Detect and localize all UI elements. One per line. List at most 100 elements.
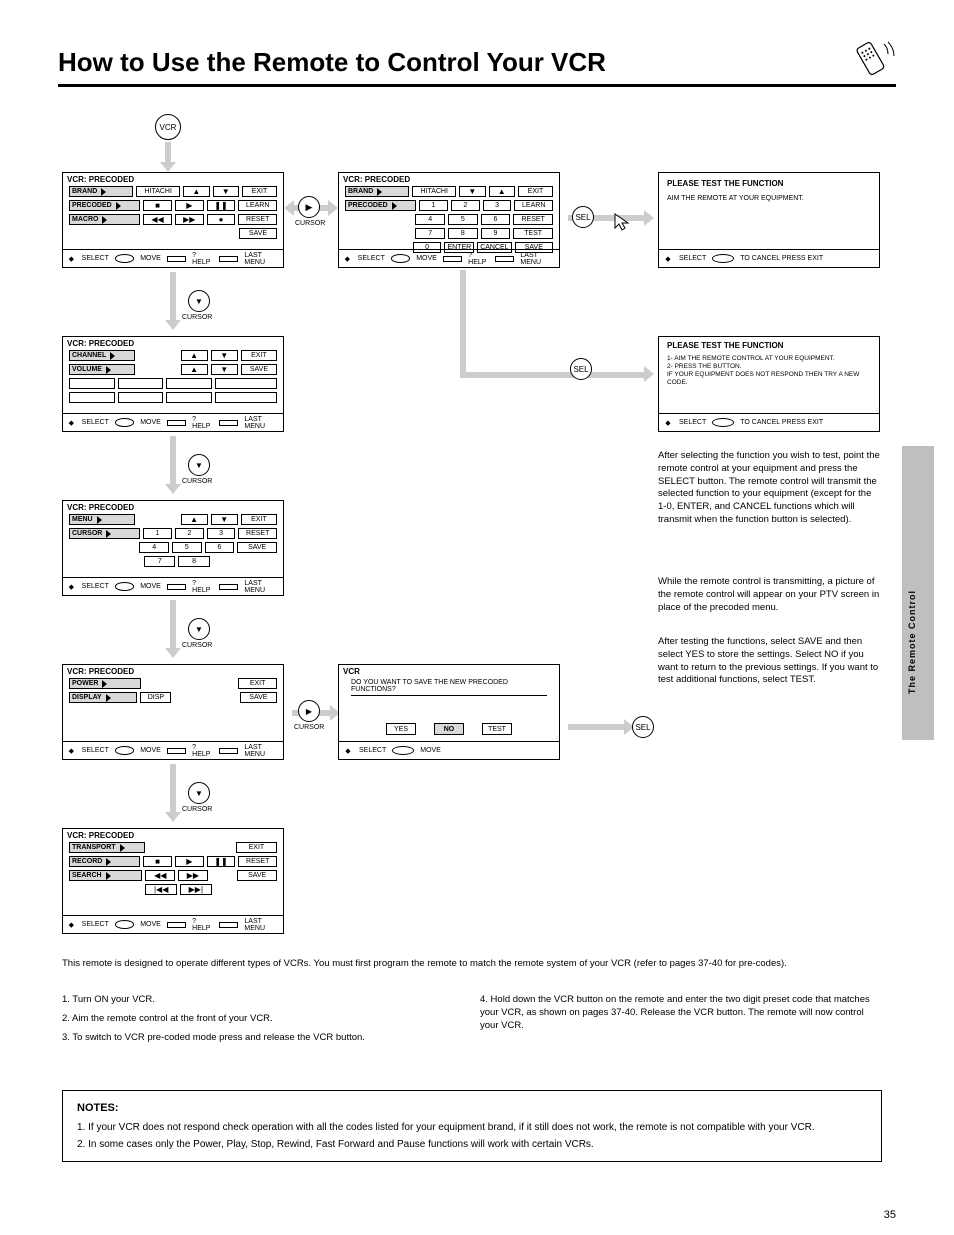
- down[interactable]: ▼: [211, 514, 238, 525]
- precoded-label[interactable]: PRECODED: [345, 200, 416, 211]
- exit-button[interactable]: EXIT: [241, 514, 277, 525]
- num-9[interactable]: 9: [481, 228, 511, 239]
- num-4[interactable]: 4: [415, 214, 445, 225]
- num-3[interactable]: 3: [483, 200, 512, 211]
- num[interactable]: 8: [178, 556, 209, 567]
- cursor-down-label: CURSOR: [182, 478, 212, 486]
- exit-button[interactable]: EXIT: [238, 678, 277, 689]
- disp-button[interactable]: DISP: [140, 692, 171, 703]
- learn-button[interactable]: LEARN: [238, 200, 277, 211]
- vcr-button-circle[interactable]: VCR: [155, 114, 181, 140]
- pause-button[interactable]: ❚❚: [207, 200, 236, 211]
- play-button[interactable]: ▶: [175, 200, 204, 211]
- volume-label[interactable]: VOLUME: [69, 364, 135, 375]
- down-button[interactable]: ▼: [459, 186, 485, 197]
- test-button[interactable]: TEST: [482, 723, 512, 735]
- num-6[interactable]: 6: [481, 214, 511, 225]
- num-8[interactable]: 8: [448, 228, 478, 239]
- save-button[interactable]: SAVE: [240, 692, 277, 703]
- ch-up[interactable]: ▲: [181, 350, 208, 361]
- vol-down[interactable]: ▼: [211, 364, 238, 375]
- num[interactable]: 5: [172, 542, 202, 553]
- exit-button[interactable]: EXIT: [241, 350, 277, 361]
- ch-down[interactable]: ▼: [211, 350, 238, 361]
- yes-button[interactable]: YES: [386, 723, 416, 735]
- pad[interactable]: [118, 392, 164, 403]
- screen-power-display: VCR: PRECODED POWER EXIT DISPLAY DISP SA…: [62, 664, 284, 760]
- vol-up[interactable]: ▲: [181, 364, 208, 375]
- oval-icon: [115, 582, 134, 591]
- search-label[interactable]: SEARCH: [69, 870, 142, 881]
- transport-label[interactable]: TRANSPORT: [69, 842, 145, 853]
- pad[interactable]: [69, 392, 115, 403]
- macro-label[interactable]: MACRO: [69, 214, 140, 225]
- num[interactable]: 2: [175, 528, 204, 539]
- num[interactable]: 6: [205, 542, 235, 553]
- page-number: 35: [884, 1209, 896, 1221]
- num[interactable]: 4: [139, 542, 169, 553]
- select-circle-3[interactable]: SEL: [632, 716, 654, 738]
- num-2[interactable]: 2: [451, 200, 480, 211]
- pad[interactable]: [166, 392, 212, 403]
- select-circle[interactable]: SEL: [572, 206, 594, 228]
- num-1[interactable]: 1: [419, 200, 448, 211]
- rewind-button[interactable]: ◀◀: [143, 214, 172, 225]
- up[interactable]: ▲: [181, 514, 208, 525]
- ffwd-button[interactable]: ▶▶: [175, 214, 204, 225]
- menu-label[interactable]: MENU: [69, 514, 135, 525]
- rewind-button[interactable]: ◀◀: [145, 870, 175, 881]
- rect-icon: [219, 256, 238, 262]
- reset-button[interactable]: RESET: [238, 856, 277, 867]
- reset-button[interactable]: RESET: [513, 214, 553, 225]
- cursor-right-circle-2[interactable]: ▶: [298, 700, 320, 722]
- stop-button[interactable]: ■: [143, 856, 172, 867]
- brand-label[interactable]: BRAND: [345, 186, 409, 197]
- save-button[interactable]: SAVE: [239, 228, 277, 239]
- select-circle-2[interactable]: SEL: [570, 358, 592, 380]
- skip-back-button[interactable]: |◀◀: [145, 884, 177, 895]
- pause-button[interactable]: ❚❚: [207, 856, 236, 867]
- reset-button[interactable]: RESET: [238, 528, 277, 539]
- precoded-label[interactable]: PRECODED: [69, 200, 140, 211]
- test-button[interactable]: TEST: [513, 228, 553, 239]
- play-button[interactable]: ▶: [175, 856, 204, 867]
- cursor-down-circle[interactable]: ▼: [188, 454, 210, 476]
- up-button[interactable]: ▲: [183, 186, 209, 197]
- save-button[interactable]: SAVE: [237, 542, 277, 553]
- record-button[interactable]: ●: [207, 214, 236, 225]
- cursor-down-circle[interactable]: ▼: [188, 618, 210, 640]
- save-button[interactable]: SAVE: [241, 364, 277, 375]
- exit-button[interactable]: EXIT: [236, 842, 277, 853]
- oval-icon: [391, 254, 410, 263]
- num[interactable]: 1: [143, 528, 172, 539]
- pad[interactable]: [118, 378, 164, 389]
- channel-label[interactable]: CHANNEL: [69, 350, 135, 361]
- record-label[interactable]: RECORD: [69, 856, 140, 867]
- num[interactable]: 3: [207, 528, 236, 539]
- exit-button[interactable]: EXIT: [518, 186, 553, 197]
- cursor-label[interactable]: CURSOR: [69, 528, 140, 539]
- display-label[interactable]: DISPLAY: [69, 692, 137, 703]
- no-button[interactable]: NO: [434, 723, 464, 735]
- down-button[interactable]: ▼: [213, 186, 239, 197]
- cursor-right-circle[interactable]: ▶: [298, 196, 320, 218]
- exit-button[interactable]: EXIT: [242, 186, 277, 197]
- skip-fwd-button[interactable]: ▶▶|: [180, 884, 212, 895]
- num-7[interactable]: 7: [415, 228, 445, 239]
- reset-button[interactable]: RESET: [238, 214, 277, 225]
- learn-button[interactable]: LEARN: [514, 200, 553, 211]
- cursor-down-circle[interactable]: ▼: [188, 782, 210, 804]
- pad[interactable]: [69, 378, 115, 389]
- pad[interactable]: [215, 378, 277, 389]
- save-button[interactable]: SAVE: [237, 870, 277, 881]
- pad[interactable]: [215, 392, 277, 403]
- cursor-down-circle[interactable]: ▼: [188, 290, 210, 312]
- brand-label[interactable]: BRAND: [69, 186, 133, 197]
- num-5[interactable]: 5: [448, 214, 478, 225]
- pad[interactable]: [166, 378, 212, 389]
- up-button[interactable]: ▲: [489, 186, 515, 197]
- power-label[interactable]: POWER: [69, 678, 141, 689]
- stop-button[interactable]: ■: [143, 200, 172, 211]
- ffwd-button[interactable]: ▶▶: [178, 870, 208, 881]
- num[interactable]: 7: [144, 556, 175, 567]
